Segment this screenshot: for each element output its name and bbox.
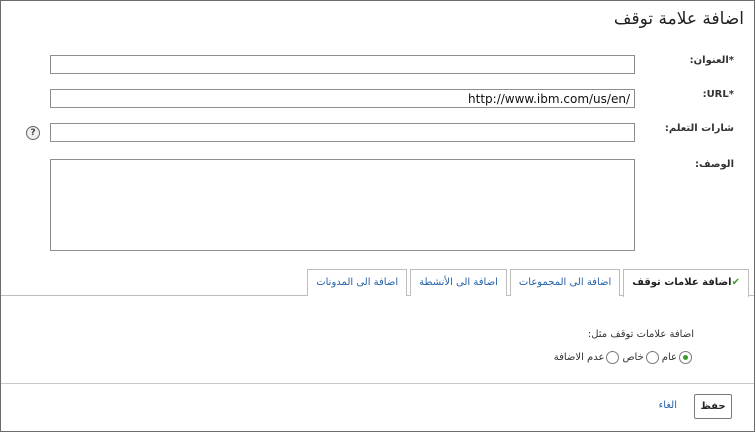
save-button[interactable]: حفظ [694,394,732,419]
tab-add-to-activities[interactable]: اضافة الى الأنشطة [410,269,507,296]
radio-public[interactable] [679,351,692,364]
radio-dont-add[interactable] [606,351,620,364]
title-label-text: العنوان: [689,55,729,66]
bookmark-visibility-label: اضافة علامات توقف مثل: [587,329,694,340]
radio-option-public[interactable]: عام [662,351,692,364]
title-input[interactable] [50,55,635,74]
help-icon[interactable]: ? [26,126,40,140]
bookmark-visibility-group: عام خاص عدم الاضافة [554,351,692,364]
title-required-mark: * [728,55,734,66]
tab-add-bookmarks-label: اضافة علامات توقف [632,277,732,288]
radio-private-label: خاص [622,352,644,363]
tab-add-bookmarks[interactable]: ✔اضافة علامات توقف [623,269,749,297]
tags-input[interactable] [50,123,635,142]
radio-public-label: عام [661,352,677,363]
url-label-text: URL: [702,89,729,100]
cancel-link[interactable]: الغاء [659,400,677,411]
tab-add-to-activities-label: اضافة الى الأنشطة [419,277,498,288]
tags-label: شارات التعلم: [664,123,734,134]
radio-option-dont-add[interactable]: عدم الاضافة [554,351,620,364]
radio-option-private[interactable]: خاص [622,351,659,364]
tab-add-to-communities-label: اضافة الى المجموعات [518,277,612,288]
description-label: الوصف: [694,159,734,170]
title-label: *العنوان: [644,55,734,66]
url-required-mark: * [728,89,734,100]
dialog-title: اضافة علامة توقف [613,9,744,29]
description-textarea[interactable] [50,159,635,251]
tab-add-to-blogs-label: اضافة الى المدونات [316,277,399,288]
bookmark-dialog: اضافة علامة توقف *العنوان: *URL: شارات ا… [0,0,755,432]
tab-bar: ✔اضافة علامات توقف اضافة الى المجموعات ا… [307,269,749,297]
footer-divider [1,383,754,384]
tab-add-to-blogs[interactable]: اضافة الى المدونات [307,269,408,296]
tab-add-to-communities[interactable]: اضافة الى المجموعات [509,269,621,296]
check-icon: ✔ [731,277,740,288]
url-label: *URL: [644,89,734,100]
url-input[interactable] [50,89,635,108]
radio-private[interactable] [645,351,659,364]
radio-dont-add-label: عدم الاضافة [553,352,605,363]
